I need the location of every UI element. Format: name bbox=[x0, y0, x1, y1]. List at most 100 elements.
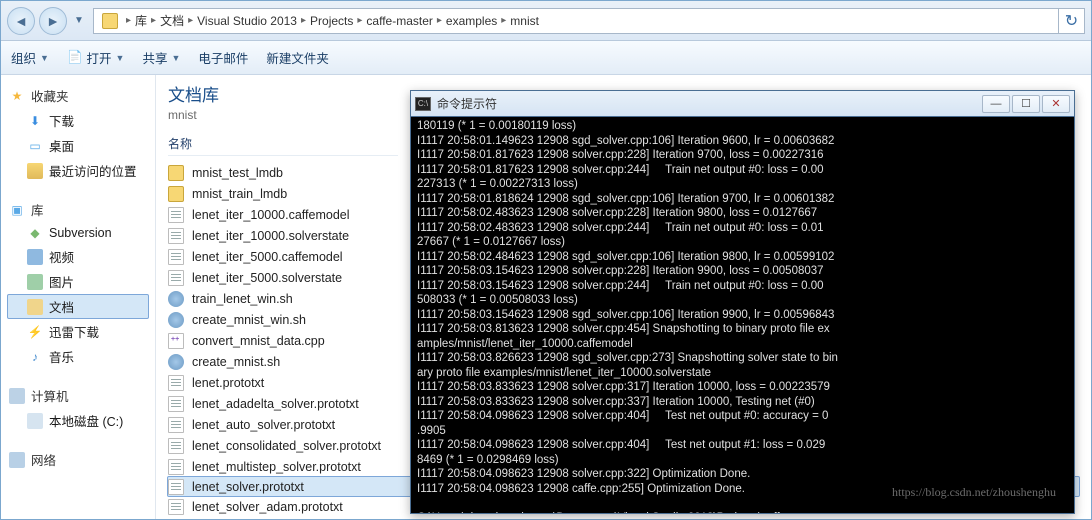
file-name: mnist_test_lmdb bbox=[192, 166, 283, 180]
chevron-right-icon: ▸ bbox=[122, 15, 135, 26]
txt-icon bbox=[168, 249, 184, 265]
chevron-right-icon: ▸ bbox=[184, 15, 197, 26]
subversion-icon: ◆ bbox=[27, 225, 43, 241]
folder-icon bbox=[168, 186, 184, 202]
star-icon: ★ bbox=[9, 88, 25, 104]
picture-icon bbox=[27, 274, 43, 290]
gear-icon bbox=[168, 312, 184, 328]
desktop-icon: ▭ bbox=[27, 138, 43, 154]
nav-c-drive[interactable]: 本地磁盘 (C:) bbox=[7, 408, 149, 433]
file-name: lenet_iter_5000.caffemodel bbox=[192, 250, 343, 264]
file-name: lenet_consolidated_solver.prototxt bbox=[192, 439, 381, 453]
favorites-group[interactable]: ★收藏夹 bbox=[7, 83, 149, 108]
file-name: lenet_iter_5000.solverstate bbox=[192, 271, 342, 285]
minimize-button[interactable]: — bbox=[982, 95, 1010, 113]
cmd-title: 命令提示符 bbox=[437, 95, 982, 112]
txt-icon bbox=[168, 417, 184, 433]
watermark: https://blog.csdn.net/zhoushenghu bbox=[892, 485, 1056, 500]
file-name: lenet_auto_solver.prototxt bbox=[192, 418, 335, 432]
nav-pane: ★收藏夹 ⬇下载 ▭桌面 最近访问的位置 ▣库 ◆Subversion 视频 图… bbox=[1, 75, 156, 519]
file-name: lenet_adadelta_solver.prototxt bbox=[192, 397, 359, 411]
nav-music[interactable]: ♪音乐 bbox=[7, 344, 149, 369]
maximize-button[interactable]: ☐ bbox=[1012, 95, 1040, 113]
computer-icon bbox=[9, 388, 25, 404]
breadcrumb-seg[interactable]: examples bbox=[446, 14, 497, 28]
folder-icon bbox=[168, 165, 184, 181]
txt-icon bbox=[168, 396, 184, 412]
file-name: lenet_solver.prototxt bbox=[192, 480, 304, 494]
open-menu[interactable]: 📄打开▼ bbox=[67, 48, 125, 67]
recent-icon bbox=[27, 163, 43, 179]
file-name: create_mnist.sh bbox=[192, 355, 280, 369]
breadcrumb-seg[interactable]: Visual Studio 2013 bbox=[197, 14, 297, 28]
chevron-right-icon: ▸ bbox=[353, 15, 366, 26]
chevron-right-icon: ▸ bbox=[297, 15, 310, 26]
toolbar: 组织▼ 📄打开▼ 共享▼ 电子邮件 新建文件夹 bbox=[1, 41, 1091, 75]
libraries-group[interactable]: ▣库 bbox=[7, 197, 149, 222]
gear-icon bbox=[168, 291, 184, 307]
file-name: create_mnist_win.sh bbox=[192, 313, 306, 327]
breadcrumb-seg[interactable]: caffe-master bbox=[366, 14, 432, 28]
library-icon: ▣ bbox=[9, 202, 25, 218]
cpp-icon bbox=[168, 333, 184, 349]
txt-icon bbox=[168, 438, 184, 454]
video-icon bbox=[27, 249, 43, 265]
txt-icon bbox=[168, 228, 184, 244]
nav-desktop[interactable]: ▭桌面 bbox=[7, 133, 149, 158]
breadcrumb[interactable]: ▸ 库 ▸ 文档 ▸ Visual Studio 2013 ▸ Projects… bbox=[93, 8, 1059, 34]
file-name: lenet.prototxt bbox=[192, 376, 264, 390]
address-bar: ◄ ► ▼ ▸ 库 ▸ 文档 ▸ Visual Studio 2013 ▸ Pr… bbox=[1, 1, 1091, 41]
organize-menu[interactable]: 组织▼ bbox=[11, 48, 49, 67]
nav-videos[interactable]: 视频 bbox=[7, 244, 149, 269]
txt-icon bbox=[168, 479, 184, 495]
network-group[interactable]: 网络 bbox=[7, 447, 149, 472]
nav-documents[interactable]: 文档 bbox=[7, 294, 149, 319]
file-name: lenet_iter_10000.solverstate bbox=[192, 229, 349, 243]
cmd-output: 180119 (* 1 = 0.00180119 loss) I1117 20:… bbox=[411, 117, 1074, 513]
nav-recent[interactable]: 最近访问的位置 bbox=[7, 158, 149, 183]
thunder-icon: ⚡ bbox=[27, 324, 43, 340]
file-name: lenet_solver_adam.prototxt bbox=[192, 500, 343, 514]
nav-thunder[interactable]: ⚡迅雷下载 bbox=[7, 319, 149, 344]
nav-downloads[interactable]: ⬇下载 bbox=[7, 108, 149, 133]
txt-icon bbox=[168, 499, 184, 515]
document-icon bbox=[27, 299, 43, 315]
folder-icon bbox=[102, 13, 118, 29]
file-name: convert_mnist_data.cpp bbox=[192, 334, 325, 348]
nav-subversion[interactable]: ◆Subversion bbox=[7, 222, 149, 244]
refresh-button[interactable]: ↻ bbox=[1059, 8, 1085, 34]
chevron-right-icon: ▸ bbox=[147, 15, 160, 26]
file-name: train_lenet_win.sh bbox=[192, 292, 293, 306]
cmd-icon: C:\ bbox=[415, 97, 431, 111]
breadcrumb-seg[interactable]: 文档 bbox=[160, 12, 184, 29]
breadcrumb-seg[interactable]: 库 bbox=[135, 12, 147, 29]
back-button[interactable]: ◄ bbox=[7, 7, 35, 35]
music-icon: ♪ bbox=[27, 349, 43, 365]
breadcrumb-seg[interactable]: mnist bbox=[510, 14, 539, 28]
chevron-right-icon: ▸ bbox=[497, 15, 510, 26]
download-icon: ⬇ bbox=[27, 113, 43, 129]
history-dropdown[interactable]: ▼ bbox=[71, 8, 87, 34]
column-header-name[interactable]: 名称 bbox=[168, 132, 398, 156]
txt-icon bbox=[168, 207, 184, 223]
file-name: mnist_train_lmdb bbox=[192, 187, 287, 201]
cmd-window[interactable]: C:\ 命令提示符 — ☐ ✕ 180119 (* 1 = 0.00180119… bbox=[410, 90, 1075, 514]
txt-icon bbox=[168, 375, 184, 391]
chevron-right-icon: ▸ bbox=[433, 15, 446, 26]
network-icon bbox=[9, 452, 25, 468]
forward-button[interactable]: ► bbox=[39, 7, 67, 35]
breadcrumb-seg[interactable]: Projects bbox=[310, 14, 353, 28]
file-name: lenet_multistep_solver.prototxt bbox=[192, 460, 361, 474]
gear-icon bbox=[168, 354, 184, 370]
txt-icon bbox=[168, 270, 184, 286]
new-folder-button[interactable]: 新建文件夹 bbox=[266, 48, 329, 67]
nav-pictures[interactable]: 图片 bbox=[7, 269, 149, 294]
close-button[interactable]: ✕ bbox=[1042, 95, 1070, 113]
computer-group[interactable]: 计算机 bbox=[7, 383, 149, 408]
drive-icon bbox=[27, 413, 43, 429]
email-button[interactable]: 电子邮件 bbox=[198, 48, 248, 67]
cmd-titlebar[interactable]: C:\ 命令提示符 — ☐ ✕ bbox=[411, 91, 1074, 117]
share-menu[interactable]: 共享▼ bbox=[142, 48, 180, 67]
txt-icon bbox=[168, 459, 184, 475]
file-name: lenet_iter_10000.caffemodel bbox=[192, 208, 350, 222]
